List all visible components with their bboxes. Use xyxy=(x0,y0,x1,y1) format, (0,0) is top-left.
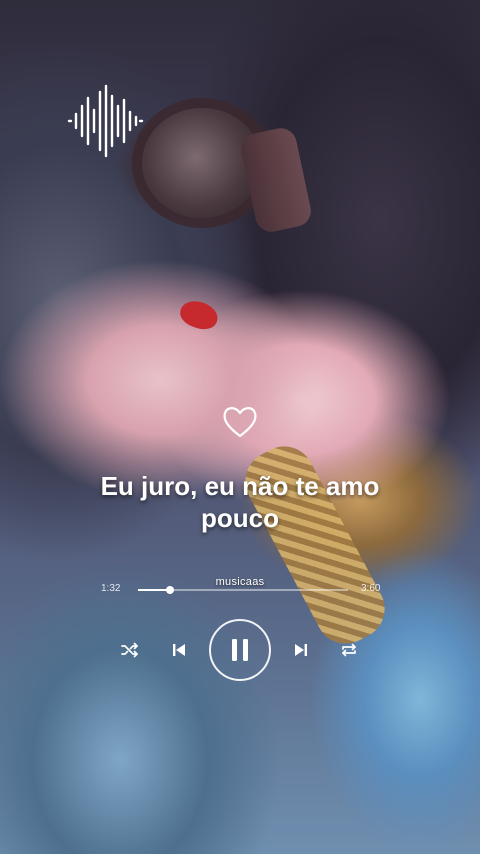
pause-icon xyxy=(232,639,248,661)
total-time: 3:60 xyxy=(361,583,381,594)
next-button[interactable] xyxy=(290,639,312,661)
watch-band xyxy=(238,125,314,235)
soundwave-icon xyxy=(67,84,144,158)
pause-button[interactable] xyxy=(209,619,271,681)
skip-previous-icon xyxy=(173,644,185,656)
previous-button[interactable] xyxy=(168,639,190,661)
gold-bracelet xyxy=(234,435,396,655)
shuffle-button[interactable] xyxy=(118,639,142,661)
progress-bar[interactable] xyxy=(138,586,348,594)
lyrics-line-1: Eu juro, eu não te amo xyxy=(100,471,380,501)
red-fingernail xyxy=(176,296,222,334)
progress-fill xyxy=(138,589,170,591)
shuffle-icon xyxy=(121,642,138,658)
repeat-button[interactable] xyxy=(337,639,361,661)
lyrics-line-2: pouco xyxy=(201,503,279,533)
progress-knob[interactable] xyxy=(165,586,174,594)
repeat-icon xyxy=(342,643,356,657)
track-name: musicaas xyxy=(215,576,265,588)
heart-outline-icon[interactable] xyxy=(220,402,260,442)
video-frame: Eu juro, eu não te amo pouco 1:32 musica… xyxy=(0,0,480,854)
lyrics-caption: Eu juro, eu não te amo pouco xyxy=(0,470,480,534)
skip-next-icon xyxy=(295,644,307,656)
